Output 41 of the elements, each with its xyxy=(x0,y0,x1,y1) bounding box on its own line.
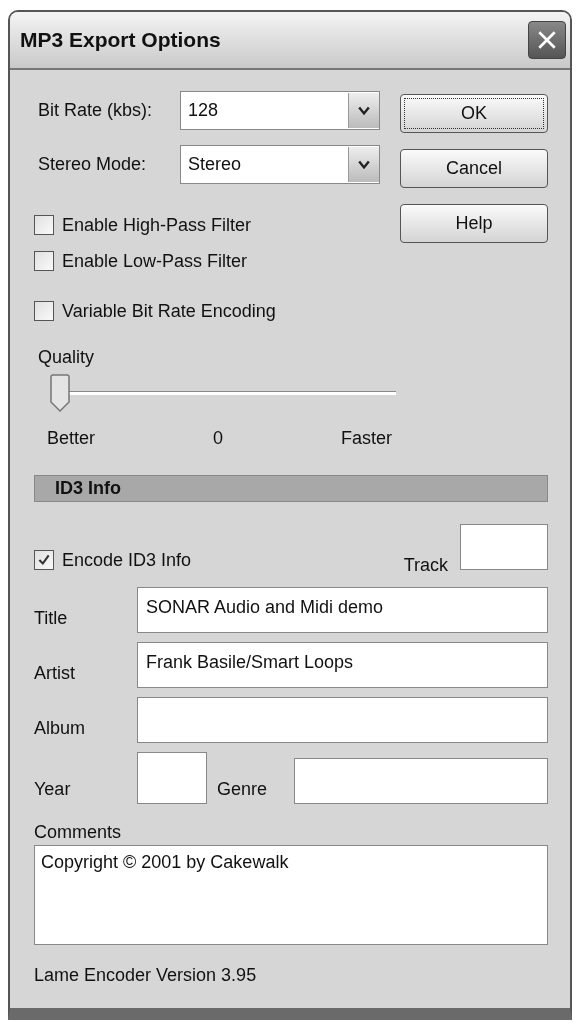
close-button[interactable] xyxy=(528,21,566,59)
field-label: Stereo Mode: xyxy=(37,154,148,175)
slider-value: 0 xyxy=(213,428,223,449)
version-text: Lame Encoder Version 3.95 xyxy=(34,965,258,986)
field-label: Track xyxy=(403,555,448,577)
window-title: MP3 Export Options xyxy=(20,28,221,52)
slider-thumb[interactable] xyxy=(50,374,70,412)
input-field[interactable]: Frank Basile/Smart Loops xyxy=(137,642,548,688)
field-label: Title xyxy=(34,608,69,630)
check-icon xyxy=(37,553,51,567)
checkbox-label[interactable]: Enable High-Pass Filter xyxy=(62,214,252,236)
slider-max-label: Faster xyxy=(341,428,392,449)
checkbox-label[interactable]: Encode ID3 Info xyxy=(62,549,192,571)
field-label: Comments xyxy=(34,822,123,843)
close-icon xyxy=(536,29,558,51)
checkbox-label[interactable]: Variable Bit Rate Encoding xyxy=(62,300,276,322)
field-label: Album xyxy=(34,718,87,740)
section-header: ID3 Info xyxy=(34,475,548,502)
input-field[interactable] xyxy=(294,758,548,804)
input-field[interactable] xyxy=(460,524,548,570)
checkbox-label[interactable]: Enable Low-Pass Filter xyxy=(62,250,248,272)
dialog-button[interactable]: OK xyxy=(400,94,548,133)
slider-min-label: Better xyxy=(47,428,96,449)
field-label: Bit Rate (kbs): xyxy=(37,100,154,121)
checkbox[interactable] xyxy=(34,301,54,321)
dropdown[interactable]: 128 xyxy=(180,91,380,130)
input-field[interactable]: SONAR Audio and Midi demo xyxy=(137,587,548,633)
checkbox[interactable] xyxy=(34,251,54,271)
input-field[interactable] xyxy=(137,752,207,804)
input-field[interactable] xyxy=(137,697,548,743)
dropdown[interactable]: Stereo xyxy=(180,145,380,184)
quality-slider[interactable] xyxy=(50,374,396,414)
field-label: Artist xyxy=(34,663,76,685)
field-label: Genre xyxy=(216,779,269,801)
field-label: Year xyxy=(34,779,72,801)
checkbox[interactable] xyxy=(34,550,54,570)
checkbox[interactable] xyxy=(34,215,54,235)
slider-label: Quality xyxy=(37,347,96,368)
text-area[interactable]: Copyright © 2001 by Cakewalk xyxy=(34,845,548,945)
dialog-button[interactable]: Cancel xyxy=(400,149,548,188)
dialog-button[interactable]: Help xyxy=(400,204,548,243)
